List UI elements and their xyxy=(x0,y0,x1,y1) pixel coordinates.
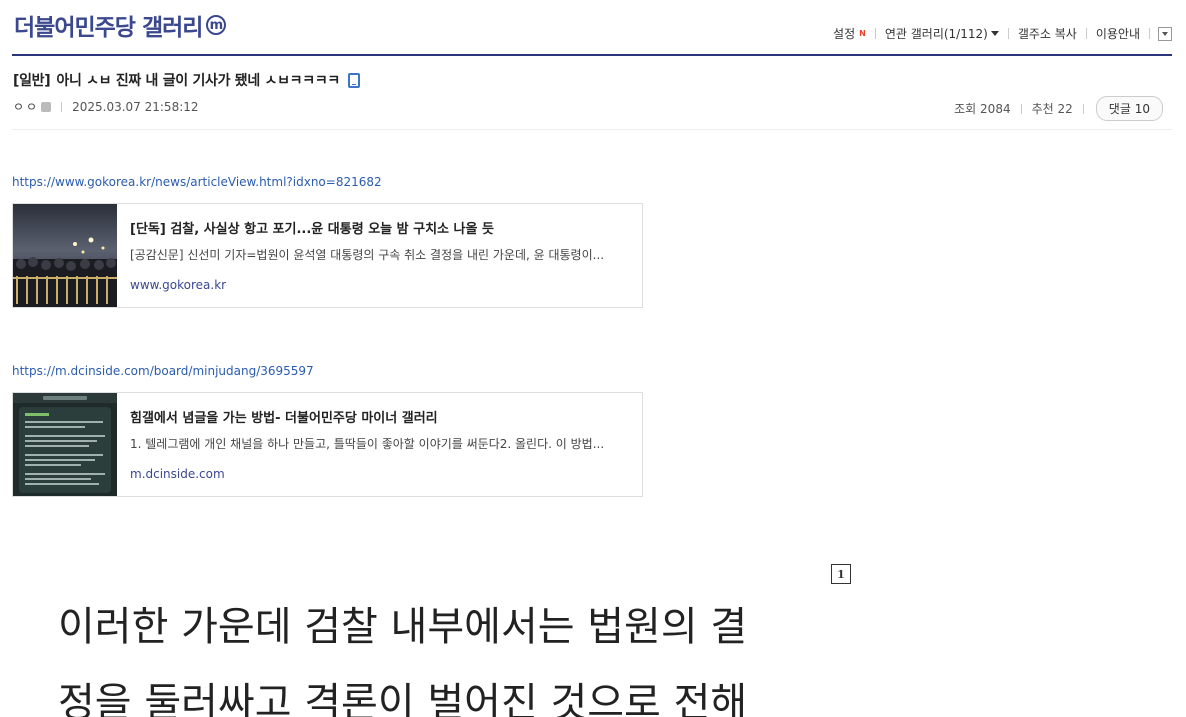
guide-link[interactable]: 이용안내 xyxy=(1087,25,1149,42)
meta-divider xyxy=(61,101,63,112)
recommend-count: 추천 22 xyxy=(1022,100,1083,117)
image-text-line: 이러한 가운데 검찰 내부에서는 법원의 결 xyxy=(58,604,748,650)
gallery-header: 더불어민주당 갤러리 m 설정 N 연관 갤러리(1/112) 갤주소 복사 이… xyxy=(12,0,1172,56)
post-meta: ㅇㅇ 2025.03.07 21:58:12 xyxy=(13,98,199,115)
settings-label[interactable]: 설정 xyxy=(833,25,855,42)
post-title: [일반] 아니 ㅅㅂ 진짜 내 글이 기사가 됐네 ㅅㅂㅋㅋㅋㅋ xyxy=(13,70,360,90)
post-stats: 조회 2084 추천 22 댓글 10 xyxy=(944,96,1163,121)
menu-divider xyxy=(1149,28,1150,39)
recommend-count-label: 추천 xyxy=(1031,102,1054,116)
gallery-name[interactable]: 더불어민주당 갤러리 xyxy=(14,8,203,42)
view-count-value: 2084 xyxy=(980,102,1011,116)
gallery-title[interactable]: 더불어민주당 갤러리 m xyxy=(14,8,227,42)
related-gallery-dropdown[interactable]: 연관 갤러리(1/112) xyxy=(876,25,1008,42)
article-screenshot-image: 이러한 가운데 검찰 내부에서는 법원의 결 정을 둘러싸고 격론이 벌어진 것… xyxy=(30,586,820,717)
meta-divider xyxy=(1082,103,1084,114)
minor-gallery-icon: m xyxy=(206,15,227,35)
writer-nick[interactable]: ㅇㅇ xyxy=(13,98,39,115)
post-head-tag: [일반] xyxy=(13,73,51,89)
mobile-icon xyxy=(347,72,360,88)
article-link-url[interactable]: https://www.gokorea.kr/news/articleView.… xyxy=(12,175,382,189)
article-link-url[interactable]: https://m.dcinside.com/board/minjudang/3… xyxy=(12,364,314,378)
link-domain[interactable]: www.gokorea.kr xyxy=(130,278,226,292)
chevron-down-icon xyxy=(1162,31,1168,36)
link-preview-card[interactable]: 힘갤에서 념글을 가는 방법- 더불어민주당 마이너 갤러리 1. 텔레그램에 … xyxy=(12,392,643,497)
link-thumbnail[interactable] xyxy=(13,393,117,496)
view-count: 조회 2084 xyxy=(944,100,1020,117)
comment-count-label[interactable]: 댓글 xyxy=(1109,102,1131,116)
link-domain[interactable]: m.dcinside.com xyxy=(130,467,225,481)
related-gallery-label[interactable]: 연관 갤러리(1/112) xyxy=(885,25,988,42)
new-badge: N xyxy=(859,29,866,38)
copy-address-link[interactable]: 갤주소 복사 xyxy=(1009,25,1086,42)
comment-count-button[interactable]: 댓글 10 xyxy=(1095,96,1163,121)
link-title[interactable]: [단독] 검찰, 사실상 항고 포기...윤 대통령 오늘 밤 구치소 나올 듯 xyxy=(130,218,494,237)
menu-expand-button[interactable] xyxy=(1158,26,1172,41)
caret-down-icon[interactable] xyxy=(990,31,999,36)
image-number-badge: 1 xyxy=(831,564,851,584)
top-menu: 설정 N 연관 갤러리(1/112) 갤주소 복사 이용안내 xyxy=(824,25,1172,42)
link-thumbnail[interactable] xyxy=(13,204,117,307)
settings-link[interactable]: 설정 N xyxy=(824,25,875,42)
link-preview-card[interactable]: [단독] 검찰, 사실상 항고 포기...윤 대통령 오늘 밤 구치소 나올 듯… xyxy=(12,203,643,308)
post-date: 2025.03.07 21:58:12 xyxy=(72,99,199,114)
view-count-label: 조회 xyxy=(954,102,977,116)
post-header-divider xyxy=(12,129,1172,130)
link-description[interactable]: [공감신문] 신선미 기자=법원이 윤석열 대통령의 구속 취소 결정을 내린 … xyxy=(130,246,630,263)
image-text-line: 정을 둘러싸고 격론이 벌어진 것으로 전해 xyxy=(58,680,748,717)
recommend-count-value: 22 xyxy=(1057,102,1073,116)
link-description[interactable]: 1. 텔레그램에 개인 채널을 하나 만들고, 틀딱들이 좋아할 이야기를 써둔… xyxy=(130,435,630,452)
user-icon[interactable] xyxy=(41,101,52,112)
link-title[interactable]: 힘갤에서 념글을 가는 방법- 더불어민주당 마이너 갤러리 xyxy=(130,407,438,426)
post-title-text: 아니 ㅅㅂ 진짜 내 글이 기사가 됐네 ㅅㅂㅋㅋㅋㅋ xyxy=(56,73,340,89)
comment-count-value[interactable]: 10 xyxy=(1135,102,1150,116)
